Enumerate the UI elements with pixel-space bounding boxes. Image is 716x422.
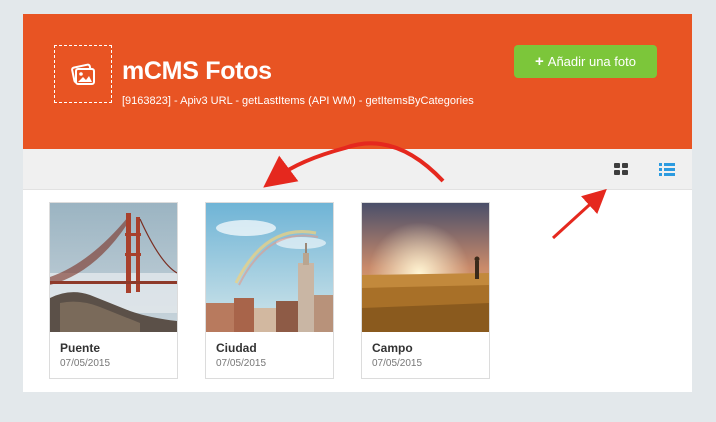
page-title: mCMS Fotos [122, 57, 272, 85]
photo-name: Campo [372, 341, 413, 355]
photo-thumbnail-field [362, 203, 489, 332]
photo-date: 07/05/2015 [372, 358, 423, 369]
photo-thumbnail-city [206, 203, 333, 332]
add-photo-button[interactable]: + Añadir una foto [514, 45, 657, 78]
photo-card[interactable]: Ciudad 07/05/2015 [205, 202, 334, 379]
photo-date: 07/05/2015 [60, 358, 111, 369]
list-view-button[interactable] [657, 159, 677, 179]
grid-view-icon [614, 163, 628, 175]
grid-view-button[interactable] [611, 159, 631, 179]
app-window: mCMS Fotos [9163823] - Apiv3 URL - getLa… [23, 14, 692, 392]
app-logo [54, 45, 112, 103]
list-view-icon [659, 162, 675, 176]
photos-icon [71, 63, 95, 85]
photo-thumbnail-bridge [50, 203, 177, 332]
photo-card[interactable]: Puente 07/05/2015 [49, 202, 178, 379]
page-subtitle: [9163823] - Apiv3 URL - getLastItems (AP… [122, 95, 474, 107]
photo-name: Puente [60, 341, 101, 355]
add-photo-label: Añadir una foto [547, 54, 636, 69]
photo-date: 07/05/2015 [216, 358, 267, 369]
plus-icon: + [535, 53, 544, 70]
photo-name: Ciudad [216, 341, 257, 355]
header: mCMS Fotos [9163823] - Apiv3 URL - getLa… [23, 14, 692, 149]
view-toolbar [23, 149, 692, 190]
photo-card[interactable]: Campo 07/05/2015 [361, 202, 490, 379]
